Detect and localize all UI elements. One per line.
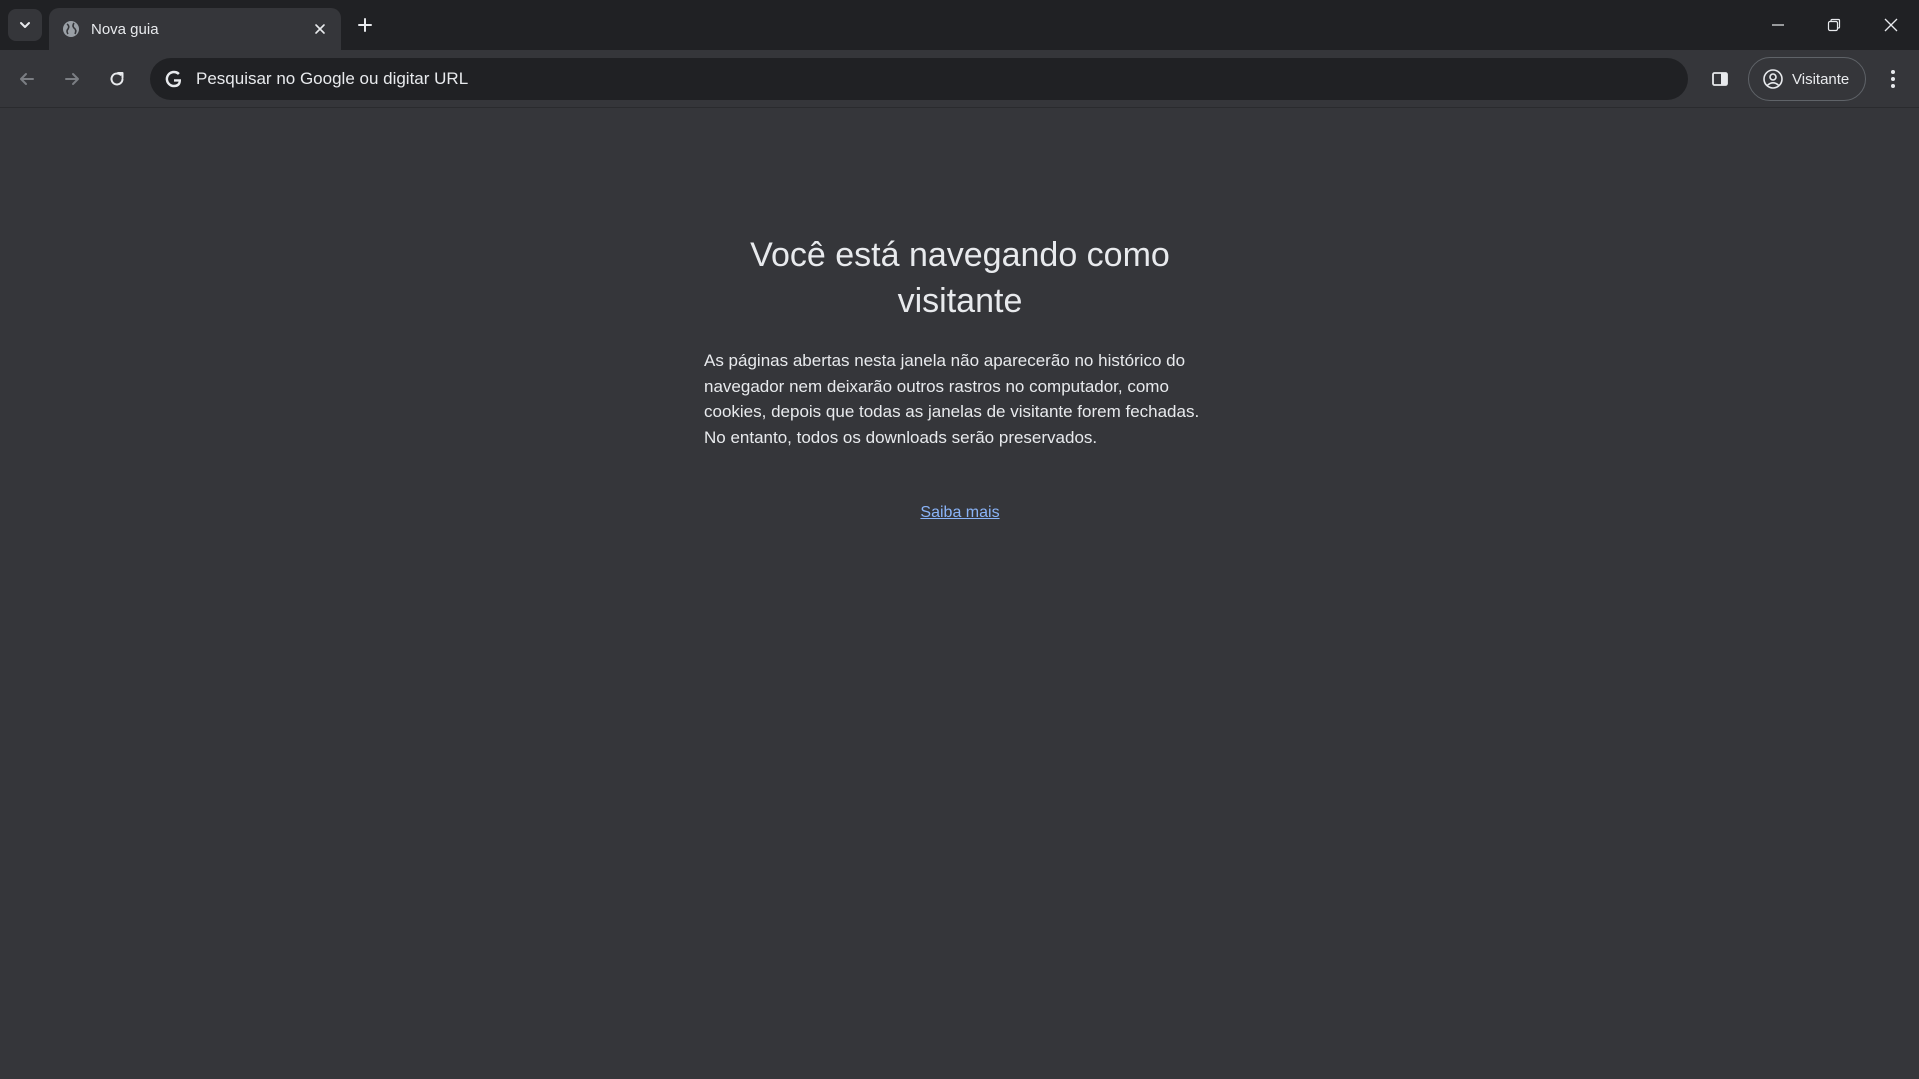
reload-icon [108, 70, 126, 88]
profile-label: Visitante [1792, 70, 1850, 88]
restore-icon [1827, 18, 1841, 32]
restore-button[interactable] [1806, 0, 1862, 50]
reload-button[interactable] [99, 61, 135, 97]
toolbar: Visitante [0, 50, 1919, 108]
close-icon [1884, 18, 1898, 32]
tab-strip: Nova guia [0, 0, 1919, 50]
page-content: Você está navegando como visitante As pá… [0, 108, 1919, 1079]
tab-title: Nova guia [91, 20, 159, 38]
arrow-right-icon [63, 70, 81, 88]
more-vert-icon [1890, 69, 1896, 89]
tab-search-button[interactable] [8, 9, 42, 41]
side-panel-icon [1711, 70, 1729, 88]
account-circle-icon [1762, 68, 1784, 90]
guest-description: As páginas abertas nesta janela não apar… [704, 351, 1200, 447]
tab-nova-guia[interactable]: Nova guia [49, 8, 341, 50]
globe-icon [61, 19, 81, 39]
close-tab-icon[interactable] [307, 16, 333, 42]
omnibox[interactable] [150, 58, 1688, 100]
close-window-button[interactable] [1863, 0, 1919, 50]
forward-button[interactable] [54, 61, 90, 97]
new-tab-button[interactable] [350, 10, 380, 40]
page-title: Você está navegando como visitante [750, 236, 1170, 320]
menu-button[interactable] [1875, 61, 1911, 97]
arrow-left-icon [18, 70, 36, 88]
minimize-button[interactable] [1750, 0, 1806, 50]
address-input[interactable] [196, 64, 1688, 94]
plus-icon [357, 17, 373, 33]
learn-more-link[interactable]: Saiba mais [860, 504, 1060, 522]
profile-button[interactable]: Visitante [1748, 57, 1866, 101]
back-button[interactable] [9, 61, 45, 97]
google-icon [162, 67, 186, 91]
minimize-icon [1771, 18, 1785, 32]
side-panel-button[interactable] [1702, 61, 1738, 97]
chevron-down-icon [18, 18, 32, 32]
